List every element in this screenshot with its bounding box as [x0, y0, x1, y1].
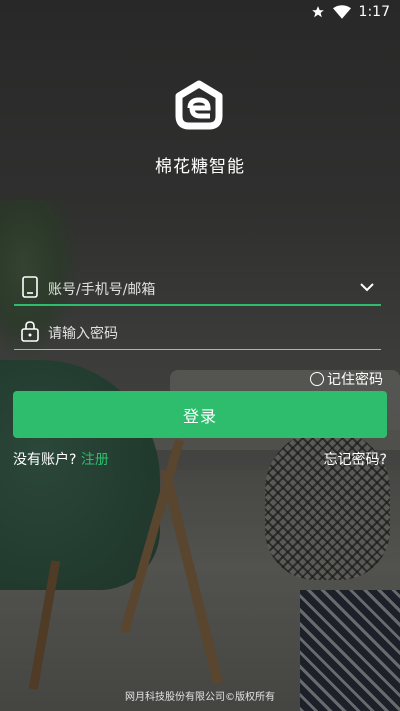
radio-icon[interactable]: [310, 372, 324, 386]
password-field[interactable]: 请输入密码: [14, 314, 381, 350]
remember-password-checkbox[interactable]: 记住密码: [310, 369, 383, 389]
chevron-down-icon[interactable]: [359, 279, 375, 295]
remember-label: 记住密码: [327, 372, 383, 388]
account-field[interactable]: 账号/手机号/邮箱: [14, 270, 381, 306]
phone-icon: [20, 276, 40, 298]
register-prompt: 没有账户? 注册: [13, 449, 109, 469]
status-time: 1:17: [358, 4, 390, 20]
no-account-text: 没有账户?: [13, 452, 77, 468]
footer-copyright: 网月科技股份有限公司©版权所有: [125, 692, 275, 703]
star-icon: [311, 5, 325, 19]
login-button[interactable]: 登录: [13, 391, 387, 438]
app-logo-icon: [172, 78, 226, 132]
status-bar: 1:17: [0, 0, 400, 24]
password-placeholder: 请输入密码: [48, 326, 118, 342]
wifi-icon: [332, 5, 351, 19]
register-link[interactable]: 注册: [81, 452, 109, 468]
app-name: 棉花糖智能: [155, 157, 245, 177]
account-placeholder: 账号/手机号/邮箱: [48, 282, 156, 298]
lock-icon: [20, 320, 40, 342]
forgot-password-link[interactable]: 忘记密码?: [324, 449, 387, 469]
